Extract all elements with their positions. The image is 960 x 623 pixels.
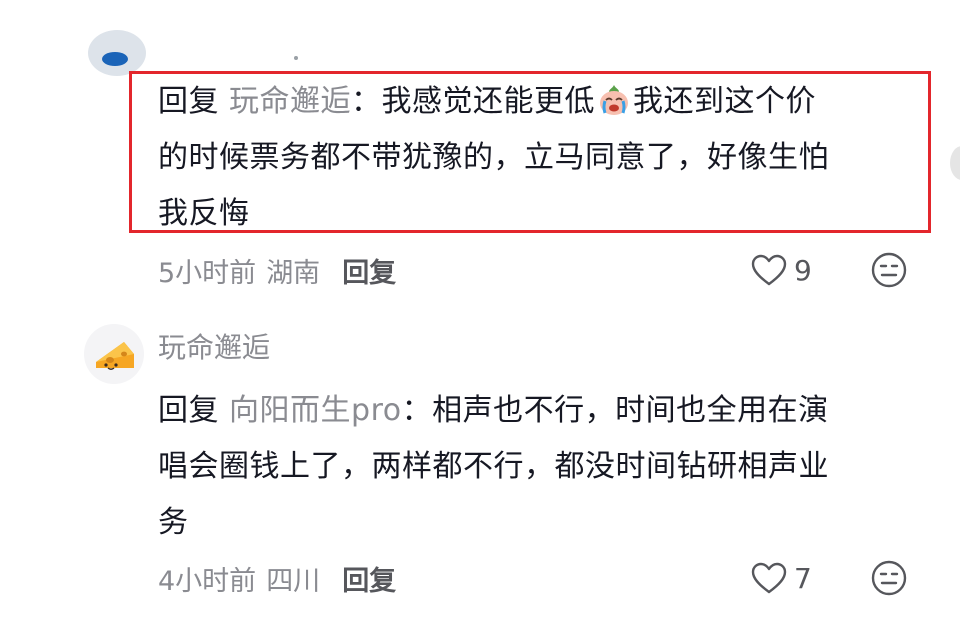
avatar[interactable]	[84, 324, 144, 384]
separator-dot	[294, 56, 298, 60]
avatar	[950, 146, 960, 180]
comment-text-part: 我还到这个价	[633, 84, 817, 119]
comment-text: 回复 玩命邂逅：我感觉还能更低 我还到这个价 的时候票务都不带犹豫的，立马同意了…	[158, 74, 918, 242]
reply-button[interactable]: 回复	[342, 251, 396, 290]
like-count: 9	[794, 253, 812, 287]
comment-line: 务	[158, 505, 189, 540]
reply-button[interactable]: 回复	[342, 559, 396, 598]
mention-link[interactable]: 向阳而生pro	[229, 393, 402, 428]
comment-line: 我反悔	[158, 196, 250, 231]
comment-text: 回复 向阳而生pro：相声也不行，时间也全用在演 唱会圈钱上了，两样都不行，都没…	[158, 383, 918, 551]
comment-line: 唱会圈钱上了，两样都不行，都没时间钻研相声业	[158, 449, 829, 484]
crying-face-emoji-icon	[600, 85, 629, 115]
reply-prefix: 回复	[158, 84, 219, 119]
username[interactable]: 玩命邂逅	[158, 326, 270, 366]
mention-link[interactable]: 玩命邂逅	[229, 84, 351, 119]
timestamp: 5小时前	[158, 257, 257, 289]
comment-meta: 4小时前 四川 回复	[158, 558, 396, 598]
location: 四川	[266, 565, 321, 597]
comment-line: 回复 向阳而生pro：相声也不行，时间也全用在演	[158, 383, 918, 439]
colon: ：	[351, 84, 382, 119]
comment-text-part: 相声也不行，时间也全用在演	[432, 393, 829, 428]
like-button[interactable]: 9	[750, 250, 812, 290]
comment-meta: 5小时前 湖南 回复	[158, 250, 396, 290]
heart-icon[interactable]	[750, 253, 788, 287]
like-button[interactable]: 7	[750, 558, 812, 598]
cheese-avatar-icon	[96, 342, 134, 370]
colon: ：	[401, 393, 433, 428]
avatar[interactable]	[88, 30, 146, 76]
comment-line: 的时候票务都不带犹豫的，立马同意了，好像生怕	[158, 140, 829, 175]
like-count: 7	[794, 561, 812, 595]
dislike-face-icon[interactable]	[870, 559, 908, 597]
dislike-face-icon[interactable]	[870, 251, 908, 289]
timestamp: 4小时前	[158, 565, 257, 597]
heart-icon[interactable]	[750, 561, 788, 595]
reply-prefix: 回复	[158, 393, 219, 428]
comment-text-part: 我感觉还能更低	[381, 84, 596, 119]
comment-line: 回复 玩命邂逅：我感觉还能更低 我还到这个价	[158, 74, 918, 130]
location: 湖南	[266, 257, 321, 289]
